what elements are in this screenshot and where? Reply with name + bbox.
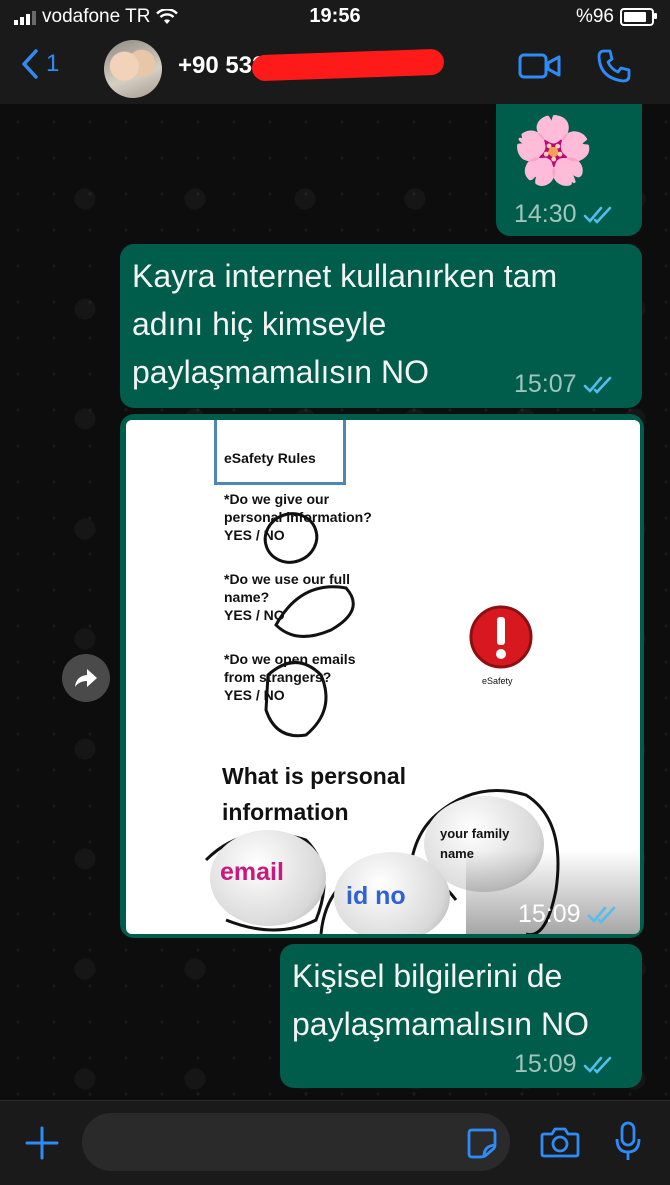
avatar[interactable]: [104, 40, 162, 98]
composer-bar: [0, 1100, 670, 1185]
message-bubble[interactable]: Kişisel bilgilerini de paylaşmamalısın N…: [280, 944, 642, 1088]
cloud-email-text: email: [220, 858, 284, 886]
message-line: Kayra internet kullanırken tam: [132, 258, 558, 294]
back-count: 1: [46, 50, 60, 77]
message-input[interactable]: [82, 1113, 510, 1171]
image-meta: 15:09: [518, 900, 621, 929]
chevron-left-icon: [22, 49, 38, 79]
message-line: paylaşmamalısın NO: [292, 1006, 589, 1042]
battery-icon: [620, 8, 657, 26]
message-time: 15:07: [514, 370, 577, 398]
video-call-icon[interactable]: [518, 50, 562, 82]
message-text: Kişisel bilgilerini de paylaşmamalısın N…: [292, 952, 589, 1048]
clock: 19:56: [309, 5, 361, 27]
heading-line: information: [222, 799, 349, 825]
sticker-icon[interactable]: [466, 1127, 498, 1159]
message-time: 14:30: [514, 200, 577, 228]
image-heading: What is personal information: [222, 758, 406, 830]
message-time: 15:09: [518, 900, 581, 928]
message-line: Kişisel bilgilerini de: [292, 958, 563, 994]
message-meta: 15:09: [514, 1050, 617, 1079]
message-line: paylaşmamalısın NO: [132, 354, 429, 390]
message-bubble[interactable]: Kayra internet kullanırken tam adını hiç…: [120, 244, 642, 408]
double-check-icon: [583, 376, 611, 394]
message-meta: 15:07: [514, 370, 617, 399]
heading-line: What is personal: [222, 763, 407, 789]
double-check-icon: [583, 1056, 611, 1074]
battery-percent: %96: [575, 6, 614, 27]
message-meta: 14:30: [514, 200, 617, 229]
flower-emoji: 🌸: [512, 112, 595, 189]
message-text: Kayra internet kullanırken tam adını hiç…: [132, 252, 557, 396]
plus-icon[interactable]: [24, 1125, 60, 1161]
cloud-id-text: id no: [346, 882, 406, 910]
microphone-icon[interactable]: [614, 1121, 642, 1163]
logo-label: eSafety: [482, 676, 513, 686]
forward-button[interactable]: [62, 654, 110, 702]
warning-icon: [469, 605, 533, 669]
phone-icon[interactable]: [596, 48, 632, 84]
status-bar: vodafone TR 19:56 %96: [0, 0, 670, 34]
double-check-icon: [583, 206, 611, 224]
camera-icon[interactable]: [540, 1125, 580, 1159]
message-time: 15:09: [514, 1050, 577, 1078]
shared-image[interactable]: eSafety Rules *Do we give our personal i…: [126, 420, 640, 934]
double-check-icon: [587, 906, 615, 924]
back-button[interactable]: 1: [20, 48, 59, 80]
message-line: adını hiç kimseyle: [132, 306, 387, 342]
cloud-text-line: your family: [440, 826, 510, 841]
message-sticker[interactable]: 🌸 14:30: [496, 104, 642, 236]
forward-icon: [75, 669, 97, 687]
battery-group: %96: [575, 6, 657, 28]
